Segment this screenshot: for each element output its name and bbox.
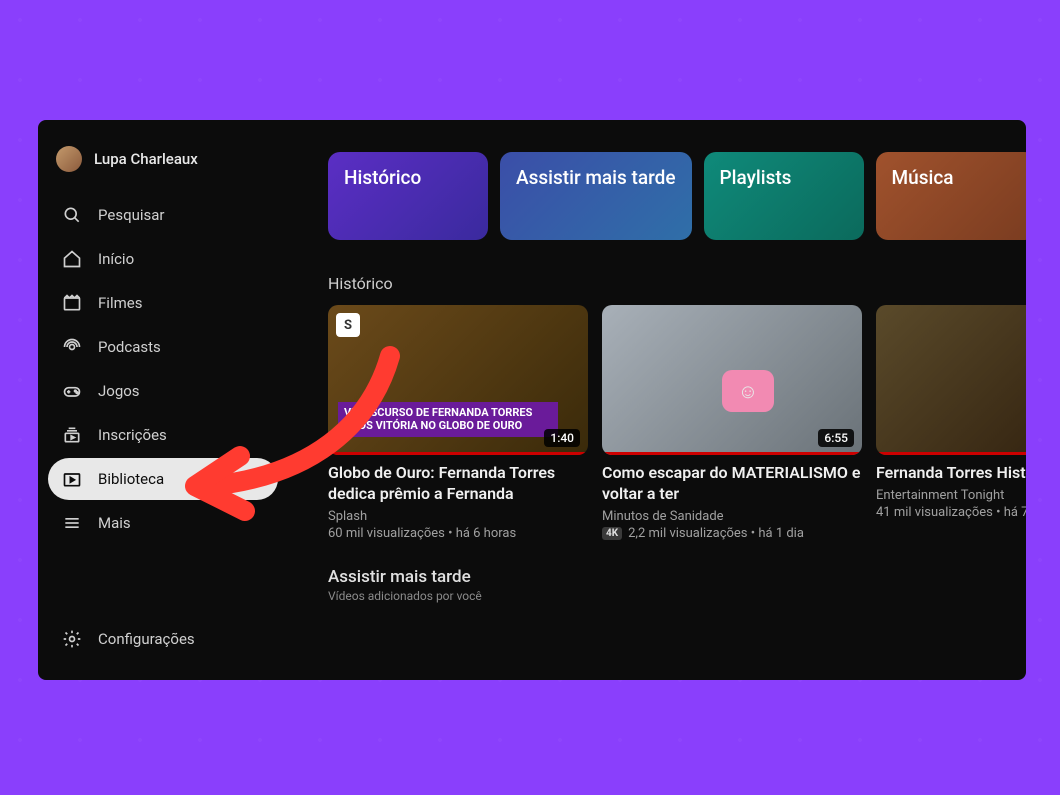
channel-badge: S (336, 313, 360, 337)
video-title: Globo de Ouro: Fernanda Torres dedica pr… (328, 463, 588, 505)
main-content: Histórico Assistir mais tarde Playlists … (288, 120, 1026, 680)
sidebar-item-label: Configurações (98, 630, 195, 648)
sidebar-nav: Pesquisar Início Filmes Podcasts (38, 194, 288, 544)
sidebar-item-podcasts[interactable]: Podcasts (48, 326, 278, 368)
sidebar-item-label: Pesquisar (98, 206, 165, 224)
video-card[interactable]: Fernanda Torres History After Be Enterta… (876, 305, 1026, 541)
search-icon (62, 205, 82, 225)
sidebar-item-home[interactable]: Início (48, 238, 278, 280)
sidebar-item-label: Mais (98, 514, 131, 532)
video-meta: 41 mil visualizações • há 7 horas (876, 505, 1026, 520)
menu-icon (62, 513, 82, 533)
history-row: S VE DISCURSO DE FERNANDA TORRES APÓS VI… (328, 305, 1026, 541)
video-thumbnail: S VE DISCURSO DE FERNANDA TORRES APÓS VI… (328, 305, 588, 455)
library-tabs-row: Histórico Assistir mais tarde Playlists … (328, 152, 1026, 240)
video-meta: 4K 2,2 mil visualizações • há 1 dia (602, 526, 862, 541)
sidebar-item-library[interactable]: Biblioteca (48, 458, 278, 500)
chip-music[interactable]: Música (876, 152, 1026, 240)
video-duration: 6:55 (818, 429, 854, 447)
chip-playlists[interactable]: Playlists (704, 152, 864, 240)
section-heading-watch-later: Assistir mais tarde (328, 567, 1026, 587)
podcast-icon (62, 337, 82, 357)
video-card[interactable]: ☺ 6:55 Como escapar do MATERIALISMO e vo… (602, 305, 862, 541)
sidebar-item-label: Início (98, 250, 134, 268)
video-duration: 1:40 (544, 429, 580, 447)
video-channel: Entertainment Tonight (876, 488, 1026, 503)
avatar (56, 146, 82, 172)
youtube-tv-screen: Lupa Charleaux Pesquisar Início Filmes (38, 120, 1026, 680)
thumbnail-overlay-text: VE DISCURSO DE FERNANDA TORRES APÓS VITÓ… (338, 402, 558, 438)
video-channel: Minutos de Sanidade (602, 509, 862, 524)
section-heading-history: Histórico (328, 274, 1026, 293)
sidebar-item-label: Biblioteca (98, 470, 164, 488)
sidebar-item-label: Jogos (98, 382, 140, 400)
video-thumbnail: ☺ 6:55 (602, 305, 862, 455)
sidebar-item-settings[interactable]: Configurações (48, 618, 278, 660)
watch-later-subtitle: Vídeos adicionados por você (328, 589, 1026, 603)
video-channel: Splash (328, 509, 588, 524)
video-title: Fernanda Torres History After Be (876, 463, 1026, 484)
subscriptions-icon (62, 425, 82, 445)
chip-history[interactable]: Histórico (328, 152, 488, 240)
sidebar-item-search[interactable]: Pesquisar (48, 194, 278, 236)
sidebar-item-label: Podcasts (98, 338, 161, 356)
video-meta: 60 mil visualizações • há 6 horas (328, 526, 588, 541)
home-icon (62, 249, 82, 269)
smile-sticker-icon: ☺ (722, 370, 774, 412)
film-icon (62, 293, 82, 313)
gamepad-icon (62, 381, 82, 401)
account-row[interactable]: Lupa Charleaux (38, 146, 288, 194)
sidebar: Lupa Charleaux Pesquisar Início Filmes (38, 120, 288, 680)
chip-watch-later[interactable]: Assistir mais tarde (500, 152, 692, 240)
sidebar-item-subscriptions[interactable]: Inscrições (48, 414, 278, 456)
resolution-badge: 4K (602, 527, 622, 540)
video-title: Como escapar do MATERIALISMO e voltar a … (602, 463, 862, 505)
sidebar-item-movies[interactable]: Filmes (48, 282, 278, 324)
gear-icon (62, 629, 82, 649)
sidebar-item-more[interactable]: Mais (48, 502, 278, 544)
user-name: Lupa Charleaux (94, 150, 198, 168)
library-icon (62, 469, 82, 489)
sidebar-item-games[interactable]: Jogos (48, 370, 278, 412)
video-card[interactable]: S VE DISCURSO DE FERNANDA TORRES APÓS VI… (328, 305, 588, 541)
sidebar-item-label: Inscrições (98, 426, 167, 444)
video-thumbnail (876, 305, 1026, 455)
sidebar-item-label: Filmes (98, 294, 142, 312)
